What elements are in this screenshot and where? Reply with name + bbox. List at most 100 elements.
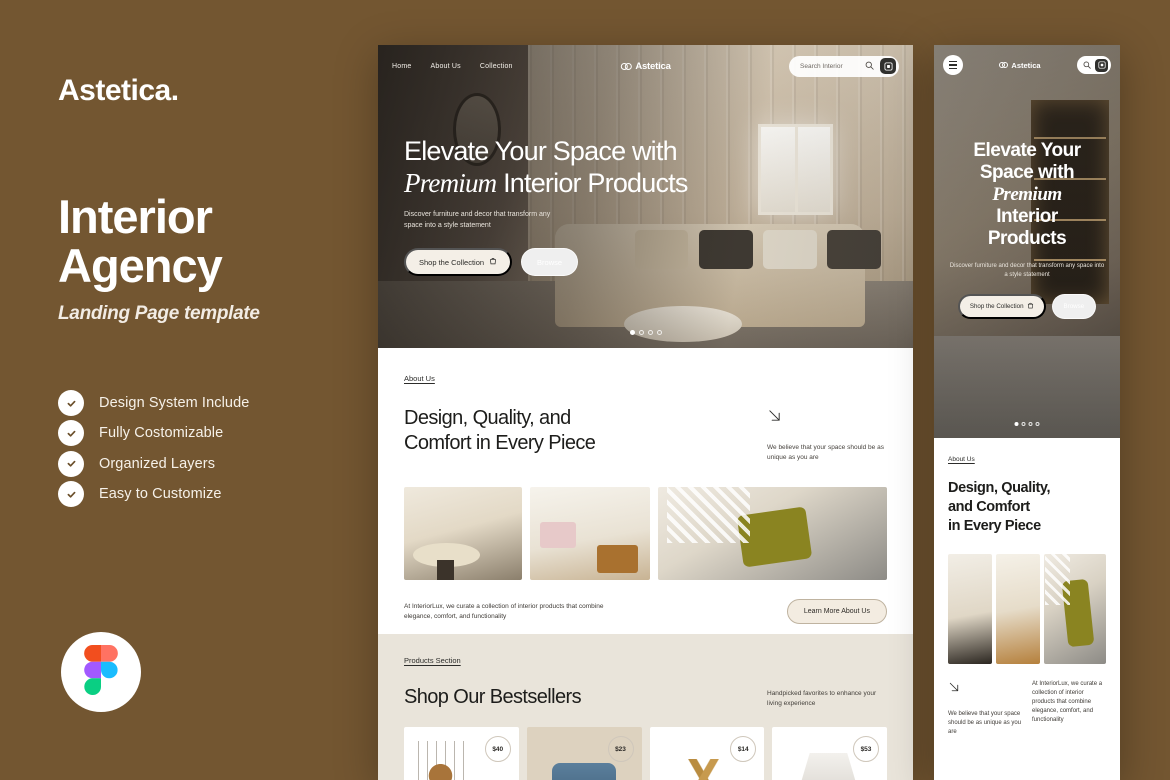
product-price-badge: $40 [484, 736, 511, 762]
figma-badge [61, 632, 141, 712]
hero-heading-italic: Premium [404, 168, 497, 198]
search-icon[interactable] [865, 57, 874, 75]
gallery-image-dining-table [948, 554, 992, 664]
desktop-nav-links: Home About Us Collection [392, 63, 513, 70]
desktop-mockup: Home About Us Collection Astetica Search… [378, 45, 913, 780]
feature-label: Design System Include [99, 395, 250, 412]
carousel-dot-active[interactable] [629, 330, 635, 335]
carousel-dot[interactable] [1021, 422, 1026, 426]
grid-icon[interactable] [1095, 58, 1108, 72]
gallery-image-sofa [658, 487, 887, 580]
mobile-logo[interactable]: Astetica [999, 60, 1041, 70]
browse-button[interactable]: Browse [521, 248, 579, 276]
promo-brand: Astetica. [58, 74, 179, 107]
feature-item: Organized Layers [58, 449, 249, 479]
gallery-image-living-room [996, 554, 1040, 664]
hero-heading-line-2: Interior Products [496, 168, 688, 198]
mobile-about-note-text: We believe that your space should be as … [948, 711, 1022, 735]
mobile-browse-button[interactable]: Browse [1051, 294, 1097, 319]
about-body-text: At InteriorLux, we curate a collection o… [404, 602, 604, 620]
mobile-about-body-block: At InteriorLux, we curate a collection o… [1032, 680, 1106, 737]
bag-icon [489, 257, 497, 267]
carousel-dot[interactable] [638, 330, 644, 335]
about-heading: Design, Quality, and Comfort in Every Pi… [404, 406, 596, 463]
feature-label: Fully Costomizable [99, 425, 224, 442]
feature-label: Organized Layers [99, 455, 216, 472]
desktop-hero-copy: Elevate Your Space with Premium Interior… [404, 135, 824, 276]
about-note-text: We believe that your space should be as … [767, 444, 884, 461]
arrow-down-right-icon [948, 680, 1022, 698]
carousel-dot[interactable] [1035, 422, 1040, 426]
feature-item: Easy to Customize [58, 479, 249, 509]
desktop-navbar: Home About Us Collection Astetica Search… [378, 45, 913, 87]
mobile-hero-copy: Elevate Your Space with Premium Interior… [934, 140, 1120, 319]
hero-carousel-dots[interactable] [629, 330, 662, 335]
mobile-about-gallery [948, 554, 1106, 664]
desktop-logo[interactable]: Astetica [620, 60, 671, 72]
search-input[interactable]: Search Interior [800, 63, 859, 70]
gallery-image-dining-table [404, 487, 522, 580]
arrow-down-right-icon [767, 408, 887, 428]
about-gallery [404, 487, 887, 580]
feature-item: Fully Costomizable [58, 418, 249, 448]
mobile-shop-the-collection-button[interactable]: Shop the Collection [957, 294, 1046, 319]
desktop-logo-text: Astetica [635, 60, 671, 72]
nav-link-about-us[interactable]: About Us [430, 63, 460, 70]
mobile-hero-line-4: Products [987, 228, 1067, 249]
products-heading: Shop Our Bestsellers [404, 686, 582, 708]
mobile-hero-line-3: Interior [996, 206, 1058, 227]
search-icon[interactable] [1083, 56, 1091, 74]
check-circle-icon [58, 390, 84, 417]
mobile-logo-text: Astetica [1011, 60, 1041, 70]
mobile-hero-section: Astetica Elevate Your Space with Premium… [934, 45, 1120, 438]
carousel-dot[interactable] [647, 330, 653, 335]
mobile-about-eyebrow: About Us [948, 456, 975, 463]
promo-subtitle: Landing Page template [58, 303, 260, 324]
grid-icon[interactable] [880, 58, 896, 74]
mobile-about-line-2: and Comfort [948, 499, 1030, 515]
desktop-products-section: Products Section Shop Our Bestsellers Ha… [378, 634, 913, 780]
feature-item: Design System Include [58, 388, 249, 418]
carousel-dot-active[interactable] [1014, 422, 1019, 426]
mobile-about-body-text: At InteriorLux, we curate a collection o… [1032, 681, 1103, 723]
desktop-search-bar[interactable]: Search Interior [789, 55, 899, 77]
mobile-hero-heading: Elevate Your Space with Premium Interior… [948, 140, 1106, 250]
hamburger-icon[interactable] [943, 55, 963, 75]
product-card[interactable]: $53 [772, 727, 887, 780]
product-card[interactable]: $40 [404, 727, 519, 780]
desktop-hero-section: Home About Us Collection Astetica Search… [378, 45, 913, 348]
rings-logo-icon [620, 62, 632, 70]
mobile-about-footer: We believe that your space should be as … [948, 680, 1106, 737]
product-card[interactable]: $23 [526, 727, 642, 780]
mobile-about-heading: Design, Quality, and Comfort in Every Pi… [948, 479, 1106, 536]
mobile-hero-subtitle: Discover furniture and decor that transf… [949, 263, 1105, 278]
about-eyebrow: About Us [404, 374, 435, 383]
desktop-hero-buttons: Shop the Collection Browse [404, 248, 824, 276]
product-price-badge: $14 [730, 736, 757, 762]
promo-panel: Astetica. Interior Agency Landing Page t… [0, 0, 378, 780]
products-eyebrow: Products Section [404, 656, 461, 665]
product-card[interactable]: $14 [649, 727, 765, 780]
nav-link-collection[interactable]: Collection [480, 63, 513, 70]
figma-logo-icon [84, 644, 118, 700]
carousel-dot[interactable] [1028, 422, 1033, 426]
mobile-hero-line-2: Space with [979, 162, 1075, 183]
nav-link-home[interactable]: Home [392, 63, 411, 70]
carousel-dot[interactable] [656, 330, 662, 335]
mobile-navbar: Astetica [934, 45, 1120, 85]
promo-title-line-1: Interior [58, 190, 213, 243]
about-note-block: We believe that your space should be as … [767, 406, 887, 463]
shop-the-collection-button[interactable]: Shop the Collection [404, 248, 513, 276]
bag-icon [1027, 302, 1034, 311]
mobile-mockup: Astetica Elevate Your Space with Premium… [934, 45, 1120, 780]
mobile-about-note-block: We believe that your space should be as … [948, 680, 1022, 737]
learn-more-about-us-button[interactable]: Learn More About Us [786, 599, 887, 624]
product-price-badge: $23 [607, 736, 634, 762]
mobile-hero-buttons: Shop the Collection Browse [948, 294, 1106, 319]
mobile-about-line-3: in Every Piece [948, 518, 1041, 534]
check-circle-icon [58, 450, 84, 477]
mobile-carousel-dots[interactable] [1014, 422, 1040, 426]
products-note: Handpicked favorites to enhance your liv… [767, 690, 877, 707]
feature-label: Easy to Customize [99, 486, 222, 503]
mobile-about-line-1: Design, Quality, [948, 480, 1051, 496]
